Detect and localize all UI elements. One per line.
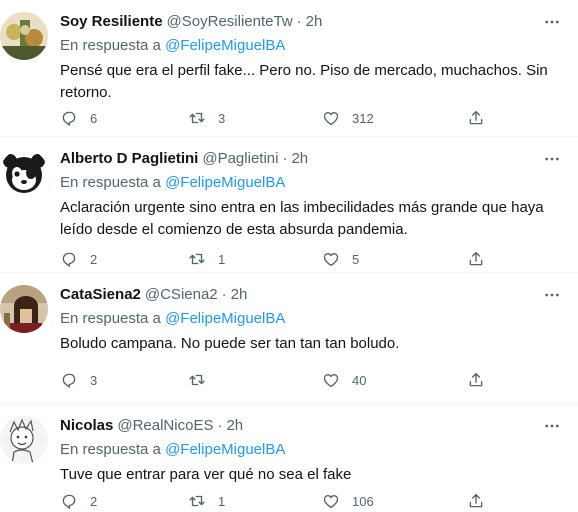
tweet-header: CataSiena2 @CSiena2 · 2h (60, 285, 247, 305)
more-options-button[interactable] (540, 10, 564, 34)
like-button[interactable]: 5 (322, 249, 359, 269)
reply-mention-link[interactable]: @FelipeMiguelBA (165, 441, 285, 458)
tweet[interactable]: Nicolas @RealNicoES · 2h En respuesta a … (0, 404, 578, 512)
share-icon (469, 493, 483, 508)
like-icon (323, 495, 339, 509)
like-count: 40 (352, 372, 367, 388)
like-icon (323, 374, 339, 388)
user-handle[interactable]: @Paglietini (202, 149, 278, 169)
reply-icon (62, 494, 76, 509)
reply-count: 2 (90, 251, 98, 267)
retweet-icon (189, 374, 205, 386)
reply-button[interactable]: 3 (60, 370, 97, 390)
more-icon (545, 424, 559, 428)
reply-icon (62, 252, 76, 267)
share-icon (469, 251, 483, 266)
like-icon (323, 112, 339, 126)
tweet-text: Aclaración urgente sino entra en las imb… (60, 199, 544, 238)
retweet-count: 1 (218, 493, 226, 509)
like-count: 312 (352, 110, 374, 126)
share-button[interactable] (467, 249, 485, 269)
tweet[interactable]: Soy Resiliente @SoyResilienteTw · 2h En … (0, 0, 578, 137)
reply-count: 2 (90, 493, 98, 509)
more-options-button[interactable] (540, 414, 564, 438)
avatar[interactable] (0, 149, 48, 197)
reply-context: En respuesta a @FelipeMiguelBA (60, 36, 285, 56)
timestamp[interactable]: 2h (291, 149, 308, 169)
like-count: 5 (352, 251, 360, 267)
tweet[interactable]: CataSiena2 @CSiena2 · 2h En respuesta a … (0, 273, 578, 404)
retweet-icon (189, 253, 205, 265)
reply-context: En respuesta a @FelipeMiguelBA (60, 173, 285, 193)
more-icon (545, 293, 559, 297)
share-icon (469, 110, 483, 125)
tweet-actions: 2 1 5 (60, 249, 490, 269)
tweet-header: Alberto D Paglietini @Paglietini · 2h (60, 149, 308, 169)
timestamp[interactable]: 2h (226, 416, 243, 436)
separator: · (221, 286, 227, 303)
timestamp[interactable]: 2h (306, 12, 323, 32)
user-handle[interactable]: @RealNicoES (117, 416, 213, 436)
separator: · (217, 417, 223, 434)
reply-mention-link[interactable]: @FelipeMiguelBA (165, 310, 285, 327)
like-icon (323, 253, 339, 267)
avatar[interactable] (0, 12, 48, 60)
reply-count: 6 (90, 110, 98, 126)
tweet[interactable]: Alberto D Paglietini @Paglietini · 2h En… (0, 137, 578, 273)
display-name[interactable]: Soy Resiliente (60, 12, 163, 32)
user-handle[interactable]: @CSiena2 (145, 285, 218, 305)
tweet-actions: 3 40 (60, 370, 490, 390)
reply-context: En respuesta a @FelipeMiguelBA (60, 440, 285, 460)
tweet-header: Nicolas @RealNicoES · 2h (60, 416, 243, 436)
retweet-icon (189, 495, 205, 507)
reply-icon (62, 373, 76, 388)
tweet-actions: 2 1 106 (60, 491, 490, 511)
retweet-count: 1 (218, 251, 226, 267)
user-handle[interactable]: @SoyResilienteTw (167, 12, 293, 32)
more-icon (545, 157, 559, 161)
retweet-button[interactable]: 1 (188, 491, 225, 511)
display-name[interactable]: CataSiena2 (60, 285, 141, 305)
reply-context: En respuesta a @FelipeMiguelBA (60, 309, 285, 329)
reply-prefix: En respuesta a (60, 174, 161, 191)
retweet-count: 3 (218, 110, 226, 126)
separator: · (282, 150, 288, 167)
like-button[interactable]: 312 (322, 108, 374, 128)
display-name[interactable]: Alberto D Paglietini (60, 149, 198, 169)
display-name[interactable]: Nicolas (60, 416, 113, 436)
more-options-button[interactable] (540, 283, 564, 307)
reply-button[interactable]: 6 (60, 108, 97, 128)
reply-button[interactable]: 2 (60, 491, 97, 511)
reply-icon (62, 111, 76, 126)
avatar[interactable] (0, 416, 48, 464)
tweet-text: Pensé que era el perfil fake... Pero no.… (60, 62, 548, 101)
tweet-actions: 6 3 312 (60, 108, 490, 128)
reply-button[interactable]: 2 (60, 249, 97, 269)
retweet-icon (189, 112, 205, 124)
retweet-button[interactable]: 3 (188, 108, 225, 128)
like-count: 106 (352, 493, 374, 509)
tweet-header: Soy Resiliente @SoyResilienteTw · 2h (60, 12, 322, 32)
reply-prefix: En respuesta a (60, 37, 161, 54)
share-button[interactable] (467, 370, 485, 390)
tweet-text: Boludo campana. No puede ser tan tan tan… (60, 335, 400, 352)
retweet-button[interactable] (188, 370, 218, 390)
more-icon (545, 20, 559, 24)
share-icon (469, 372, 483, 387)
reply-count: 3 (90, 372, 98, 388)
reply-prefix: En respuesta a (60, 310, 161, 327)
retweet-button[interactable]: 1 (188, 249, 225, 269)
share-button[interactable] (467, 108, 485, 128)
reply-mention-link[interactable]: @FelipeMiguelBA (165, 37, 285, 54)
like-button[interactable]: 106 (322, 491, 374, 511)
share-button[interactable] (467, 491, 485, 511)
avatar[interactable] (0, 285, 48, 333)
reply-prefix: En respuesta a (60, 441, 161, 458)
reply-mention-link[interactable]: @FelipeMiguelBA (165, 174, 285, 191)
separator: · (296, 13, 302, 30)
like-button[interactable]: 40 (322, 370, 366, 390)
tweet-text: Tuve que entrar para ver qué no sea el f… (60, 466, 352, 483)
more-options-button[interactable] (540, 147, 564, 171)
timestamp[interactable]: 2h (231, 285, 248, 305)
